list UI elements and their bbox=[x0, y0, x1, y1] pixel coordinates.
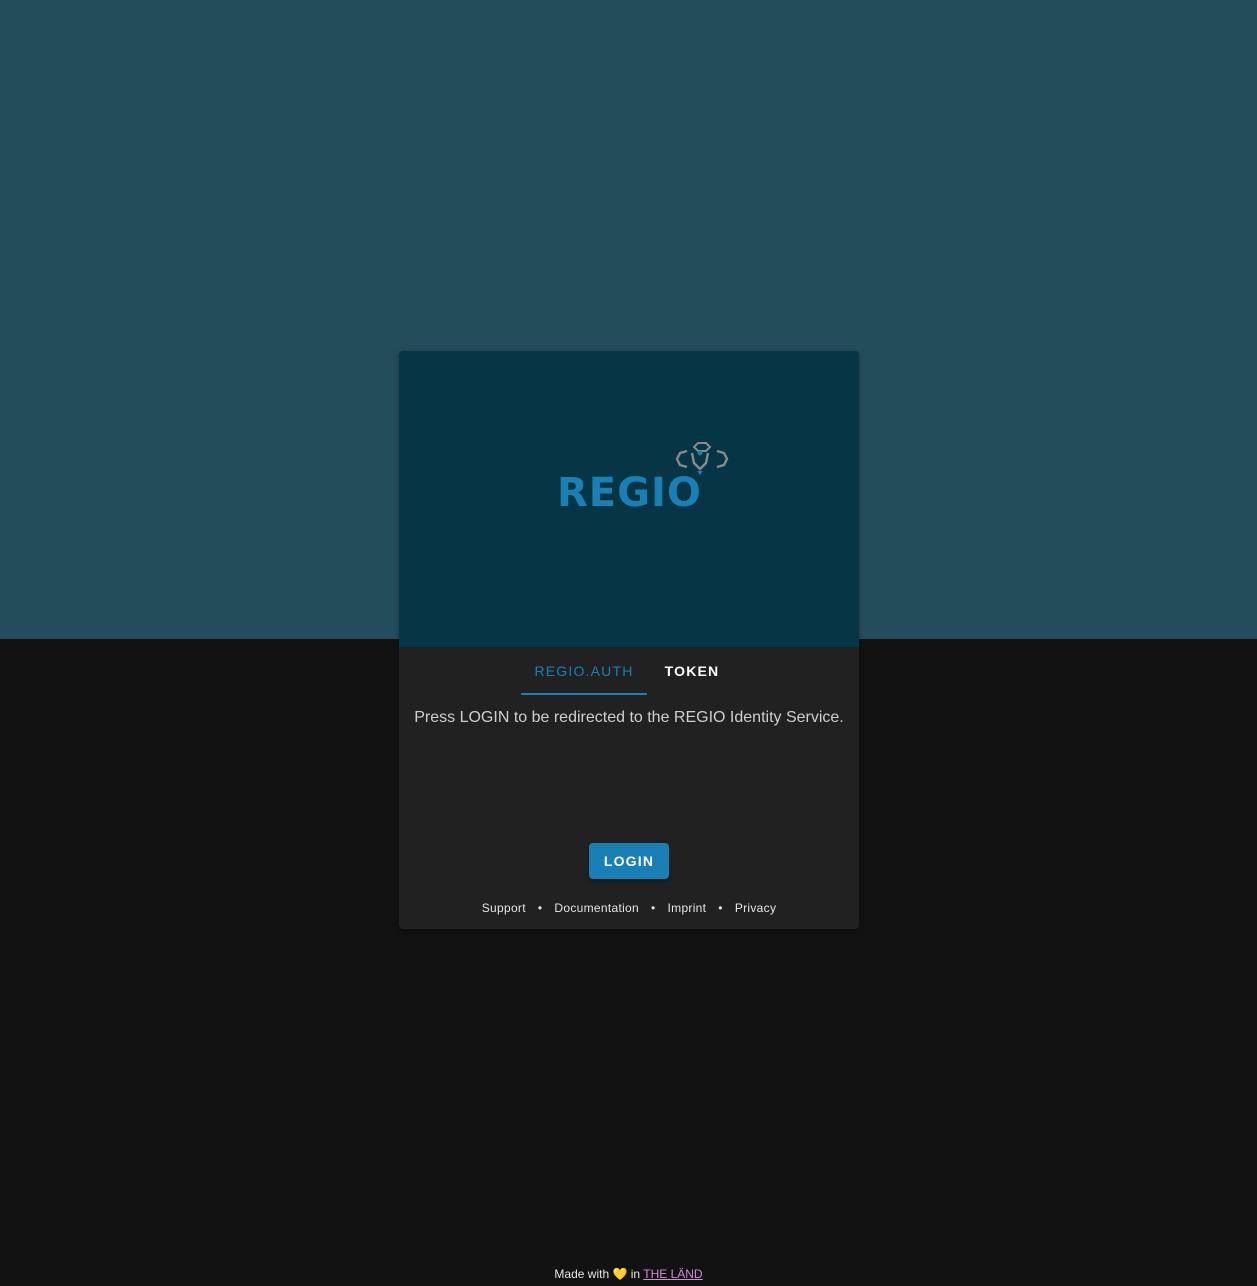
the-land-link[interactable]: THE LÄND bbox=[643, 1267, 702, 1281]
auth-tabs: REGIO.AUTH TOKEN bbox=[399, 647, 859, 695]
tab-regio-auth[interactable]: REGIO.AUTH bbox=[521, 647, 647, 695]
heart-icon: 💛 bbox=[612, 1267, 628, 1281]
made-with-middle: in bbox=[630, 1267, 641, 1281]
regio-logo: REGIO bbox=[555, 441, 735, 521]
card-header: REGIO bbox=[399, 351, 859, 647]
made-with-prefix: Made with bbox=[554, 1267, 610, 1281]
tab-token[interactable]: TOKEN bbox=[647, 647, 737, 695]
login-message: Press LOGIN to be redirected to the REGI… bbox=[414, 709, 844, 726]
login-button[interactable]: LOGIN bbox=[589, 843, 669, 879]
footer-links: Support • Documentation • Imprint • Priv… bbox=[399, 901, 859, 915]
made-with-footer: Made with 💛 in THE LÄND bbox=[0, 1267, 1257, 1281]
imprint-link[interactable]: Imprint bbox=[668, 901, 707, 915]
documentation-link[interactable]: Documentation bbox=[554, 901, 639, 915]
login-card: REGIO REGIO.AUTH TOKEN Press LOGIN to be… bbox=[399, 351, 859, 929]
privacy-link[interactable]: Privacy bbox=[735, 901, 776, 915]
separator: • bbox=[651, 901, 656, 915]
separator: • bbox=[718, 901, 723, 915]
separator: • bbox=[537, 901, 543, 915]
logo-text: REGIO bbox=[557, 470, 702, 516]
support-link[interactable]: Support bbox=[482, 901, 526, 915]
